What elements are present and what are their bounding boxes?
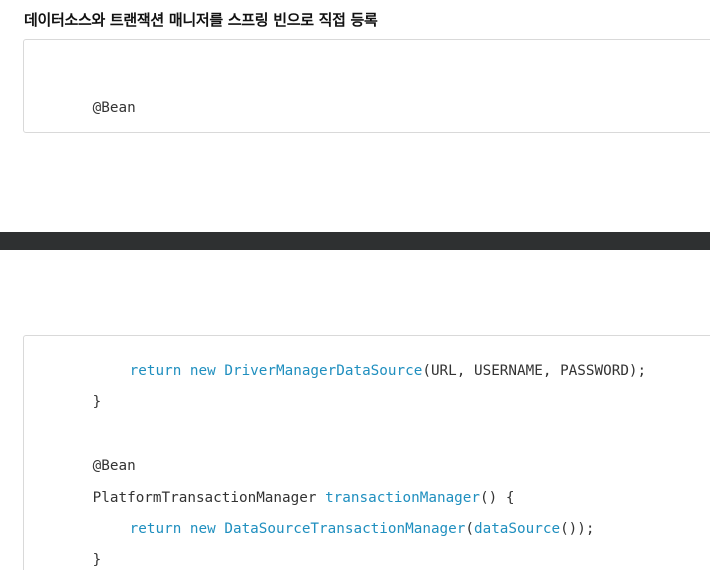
return-type: DataSource [93,131,179,132]
code-line-return-datasource: return new DriverManagerDataSource(URL, … [41,344,646,398]
keyword-new: new [189,521,216,537]
argument-call: dataSource [473,521,561,537]
code-line-close-brace: } [41,375,102,429]
method-name: dataSource [187,131,273,132]
section-heading: 데이터소스와 트랜잭션 매니저를 스프링 빈으로 직접 등록 [24,11,378,29]
keyword-return: return [129,363,182,379]
code-block-top[interactable]: @Bean DataSource dataSource() { [23,39,710,133]
brace-text: } [92,394,102,410]
constructor-name: DriverManagerDataSource [224,363,423,379]
code-line-close-brace: } [41,533,102,570]
blog-page: 데이터소스와 트랜잭션 매니저를 스프링 빈으로 직접 등록 @Bean Dat… [0,0,710,570]
constructor-name: DataSourceTransactionManager [224,521,466,537]
code-line-datasource-decl: DataSource dataSource() { [41,112,308,132]
dark-divider-bar [0,232,710,250]
keyword-new: new [189,363,216,379]
keyword-return: return [129,521,182,537]
paren-close: ()); [560,521,595,537]
constructor-args: (URL, USERNAME, PASSWORD); [422,363,647,379]
method-tail: () { [273,131,307,132]
brace-text: } [92,552,102,568]
code-block-bottom[interactable]: return new DriverManagerDataSource(URL, … [23,335,710,570]
code-line-return-txmanager: return new DataSourceTransactionManager(… [41,502,595,556]
paren-open: ( [465,521,474,537]
